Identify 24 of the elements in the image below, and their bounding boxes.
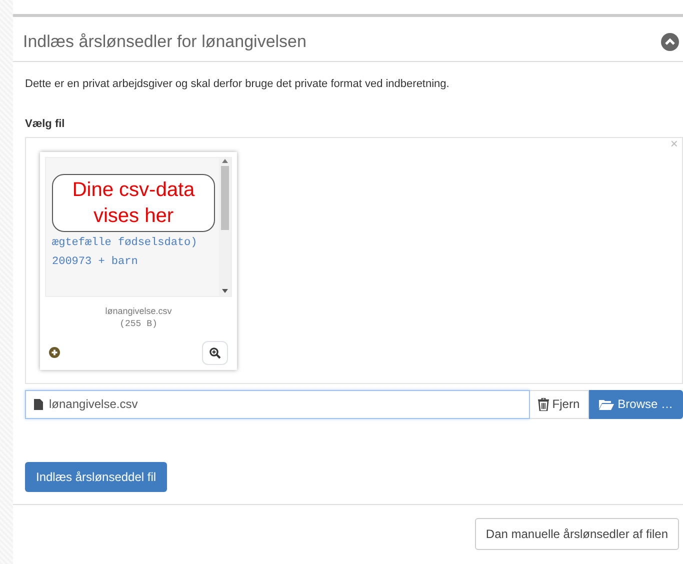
dropzone[interactable]: × Dine csv-data vises her ægtefælle fødselsdato) 200973 + barn lønangivelse.csv (255 B): [25, 136, 683, 384]
file-name: lønangivelse.csv: [104, 304, 173, 318]
create-manual-button[interactable]: Dan manuelle årslønsedler af filen: [474, 518, 679, 550]
trash-icon: [538, 398, 550, 410]
folder-icon: [598, 398, 614, 410]
remove-button[interactable]: Fjern: [530, 390, 589, 418]
file-input[interactable]: lønangivelse.csv: [25, 390, 530, 418]
collapse-icon[interactable]: [661, 32, 679, 51]
intro-text: Dette er en privat arbejdsgiver og skal derfor bruge det private format ved indberetning.: [25, 76, 450, 92]
file-icon: [34, 398, 43, 410]
field-label: Vælg fil: [25, 117, 66, 132]
zoom-button[interactable]: [202, 340, 228, 364]
browse-button[interactable]: Browse …: [588, 390, 683, 418]
panel-title: Indlæs årslønsedler for lønangivelsen: [23, 31, 306, 53]
csv-line: 200973 + barn: [52, 254, 139, 270]
file-size: (255 B): [118, 318, 158, 331]
scroll-down-icon[interactable]: [221, 288, 229, 294]
csv-line: ægtefælle fødselsdato): [52, 236, 198, 250]
callout: Dine csv-data vises her: [52, 174, 215, 232]
scrollbar[interactable]: [219, 158, 231, 296]
zoom-in-icon: [209, 346, 221, 358]
scroll-up-icon[interactable]: [221, 158, 229, 164]
plus-icon[interactable]: [49, 347, 60, 358]
upload-button[interactable]: Indlæs årslønseddel fil: [25, 462, 168, 492]
